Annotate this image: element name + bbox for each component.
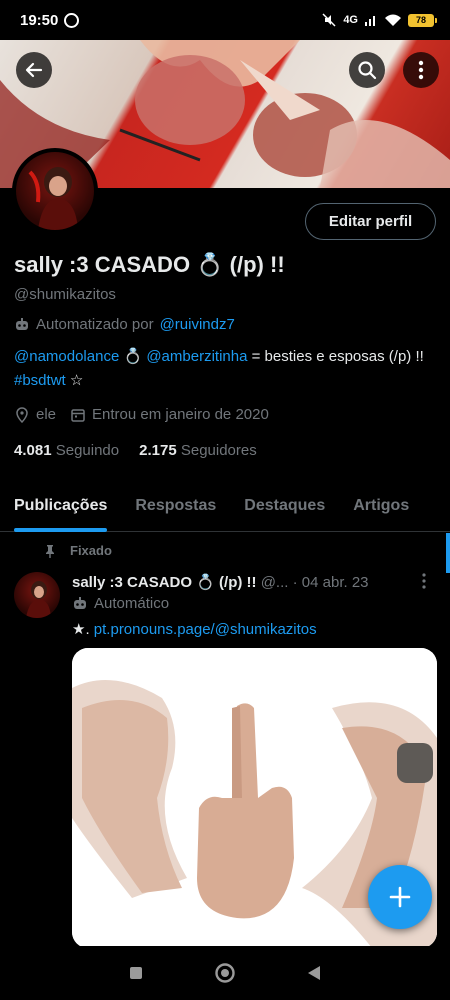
robot-icon (74, 596, 86, 609)
follow-stats: 4.081 Seguindo 2.175 Seguidores (14, 442, 257, 459)
joined-date: Entrou em janeiro de 2020 (92, 406, 269, 423)
post-more-button[interactable] (422, 573, 426, 594)
status-time: 19:50 (20, 11, 59, 29)
profile-bio: @namodolance 💍 @amberzitinha = besties e… (14, 345, 434, 393)
status-icons: 4G 78 (321, 12, 437, 28)
automated-prefix: Automatizado por (36, 316, 154, 333)
post-header: sally :3 CASADO 💍 (/p) !! @... · 04 abr.… (72, 573, 422, 591)
recents-icon[interactable] (128, 965, 144, 981)
post-text: ★. pt.pronouns.page/@shumikazitos (72, 620, 317, 638)
post-link[interactable]: pt.pronouns.page/@shumikazitos (94, 621, 317, 638)
robot-icon (16, 317, 28, 330)
calendar-icon (71, 408, 85, 422)
search-icon (358, 61, 377, 80)
pinned-indicator: Fixado (44, 543, 112, 558)
wifi-icon (385, 14, 401, 26)
avatar-artwork (28, 167, 78, 230)
signal-icon (365, 16, 375, 26)
followers-label: Seguidores (180, 442, 257, 459)
profile-handle: @shumikazitos (14, 286, 116, 303)
more-vertical-icon (422, 573, 426, 589)
system-nav-bar (0, 946, 450, 1000)
back-button[interactable] (16, 52, 52, 88)
search-button[interactable] (349, 52, 385, 88)
location-icon (16, 406, 28, 423)
back-triangle-icon[interactable] (306, 964, 322, 982)
bio-hashtag[interactable]: #bsdtwt (14, 372, 66, 389)
profile-tabs: Publicações Respostas Destaques Artigos (0, 480, 450, 532)
followers-count: 2.175 (139, 442, 177, 459)
automated-label: Automatizado por @ruivindz7 (14, 316, 235, 333)
pinned-label: Fixado (70, 543, 112, 558)
post-author-avatar[interactable] (14, 572, 60, 618)
bio-mention-namodolance[interactable]: @namodolance (14, 348, 119, 365)
battery-icon: 78 (408, 13, 437, 27)
post-avatar-artwork (26, 581, 51, 618)
post-date[interactable]: 04 abr. 23 (302, 574, 369, 591)
bio-mention-amberzitinha[interactable]: @amberzitinha (146, 348, 247, 365)
whatsapp-icon (64, 12, 80, 28)
home-icon[interactable] (214, 962, 236, 984)
post-text-prefix: ★. (72, 621, 90, 638)
status-bar: 19:50 4G 78 (0, 0, 450, 40)
tab-publicacoes[interactable]: Publicações (0, 480, 121, 532)
edit-profile-button[interactable]: Editar perfil (305, 203, 436, 240)
following-link[interactable]: 4.081 Seguindo (14, 442, 119, 459)
bio-ring-emoji: 💍 (123, 348, 143, 365)
profile-avatar[interactable] (12, 148, 98, 234)
followers-link[interactable]: 2.175 Seguidores (139, 442, 257, 459)
post-automated-text: Automático (94, 595, 170, 612)
network-label: 4G (343, 14, 358, 26)
tab-destaques[interactable]: Destaques (230, 480, 339, 532)
tab-artigos[interactable]: Artigos (339, 480, 423, 532)
scroll-indicator (446, 533, 450, 573)
more-vertical-icon (418, 60, 424, 80)
mute-icon (322, 13, 336, 27)
location-text: ele (36, 406, 57, 423)
more-options-button[interactable] (403, 52, 439, 88)
following-label: Seguindo (55, 442, 120, 459)
post-author-name[interactable]: sally :3 CASADO 💍 (/p) !! (72, 574, 257, 591)
tab-respostas[interactable]: Respostas (121, 480, 230, 532)
plus-icon (389, 886, 411, 908)
back-arrow-icon (25, 62, 43, 78)
post-author-handle[interactable]: @... (261, 574, 289, 591)
following-count: 4.081 (14, 442, 52, 459)
pin-icon (46, 544, 54, 558)
compose-button[interactable] (368, 865, 432, 929)
profile-meta: ele Entrou em janeiro de 2020 (14, 406, 269, 423)
automated-by-link[interactable]: @ruivindz7 (160, 316, 235, 333)
display-name: sally :3 CASADO 💍 (/p) !! (14, 252, 285, 277)
bio-star: ☆ (69, 372, 84, 389)
bio-text: = besties e esposas (/p) !! (251, 348, 424, 365)
post-automated-label: Automático (72, 595, 169, 612)
post-separator: · (292, 574, 298, 591)
